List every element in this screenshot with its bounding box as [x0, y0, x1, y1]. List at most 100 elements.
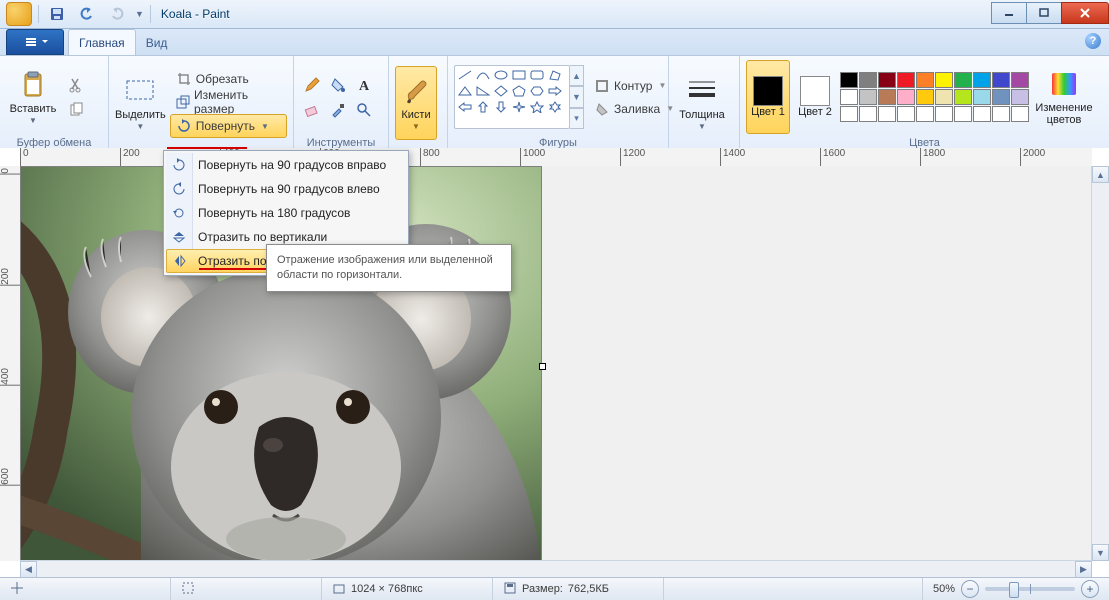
pencil-icon[interactable]	[300, 73, 324, 97]
palette-swatch[interactable]	[935, 89, 953, 105]
scroll-up-button[interactable]: ▲	[1092, 166, 1109, 183]
palette-swatch[interactable]	[973, 72, 991, 88]
shape-polygon-icon[interactable]	[547, 68, 563, 82]
palette-swatch[interactable]	[973, 89, 991, 105]
palette-swatch[interactable]	[878, 72, 896, 88]
qat-customize-icon[interactable]: ▼	[135, 9, 144, 19]
scrollbar-horizontal[interactable]: ◀ ▶	[20, 560, 1092, 578]
palette-swatch[interactable]	[916, 89, 934, 105]
undo-icon[interactable]	[75, 3, 99, 25]
palette-swatch[interactable]	[897, 72, 915, 88]
shape-hexagon-icon[interactable]	[529, 84, 545, 98]
color2-button[interactable]: Цвет 2	[794, 61, 836, 133]
shape-star5-icon[interactable]	[529, 100, 545, 114]
thickness-button[interactable]: Толщина ▼	[675, 67, 729, 139]
close-button[interactable]	[1061, 2, 1109, 24]
palette-swatch[interactable]	[954, 89, 972, 105]
palette-swatch[interactable]	[859, 89, 877, 105]
palette-swatch[interactable]	[935, 106, 953, 122]
zoom-slider[interactable]	[985, 587, 1075, 591]
shape-star4-icon[interactable]	[511, 100, 527, 114]
scrollbar-vertical[interactable]: ▲ ▼	[1091, 166, 1109, 561]
shapes-scroll-up[interactable]: ▲	[570, 65, 584, 86]
maximize-button[interactable]	[1026, 2, 1062, 24]
shape-pentagon-icon[interactable]	[511, 84, 527, 98]
brushes-button[interactable]: Кисти ▼	[395, 66, 437, 140]
ruler-tick: 0	[0, 166, 20, 175]
shapes-expand[interactable]: ▾	[570, 108, 584, 129]
shape-rtriangle-icon[interactable]	[475, 84, 491, 98]
color1-button[interactable]: Цвет 1	[746, 60, 790, 134]
palette-swatch[interactable]	[954, 106, 972, 122]
ruler-tick: 400	[0, 366, 20, 386]
palette-swatch[interactable]	[954, 72, 972, 88]
fill-button[interactable]: Заливка▼	[588, 98, 680, 120]
shape-diamond-icon[interactable]	[493, 84, 509, 98]
shapes-gallery[interactable]	[454, 65, 570, 129]
save-icon[interactable]	[45, 3, 69, 25]
palette-swatch[interactable]	[859, 72, 877, 88]
menu-rotate-180[interactable]: Повернуть на 180 градусов	[166, 201, 406, 225]
palette-swatch[interactable]	[897, 106, 915, 122]
zoom-out-button[interactable]: −	[961, 580, 979, 598]
eraser-icon[interactable]	[300, 98, 324, 122]
shape-arrowd-icon[interactable]	[493, 100, 509, 114]
shapes-scroll-down[interactable]: ▼	[570, 86, 584, 107]
shape-roundrect-icon[interactable]	[529, 68, 545, 82]
palette-swatch[interactable]	[1011, 89, 1029, 105]
rotate-button[interactable]: Повернуть▼	[170, 114, 287, 138]
shape-rect-icon[interactable]	[511, 68, 527, 82]
shape-arrowr-icon[interactable]	[547, 84, 563, 98]
fill-icon[interactable]	[326, 73, 350, 97]
text-icon[interactable]: A	[352, 73, 376, 97]
resize-button[interactable]: Изменить размер	[170, 91, 287, 113]
zoom-in-button[interactable]: +	[1081, 580, 1099, 598]
file-menu-button[interactable]	[6, 29, 64, 55]
cut-icon[interactable]	[64, 73, 88, 97]
palette-swatch[interactable]	[840, 106, 858, 122]
palette-swatch[interactable]	[1011, 72, 1029, 88]
shape-star6-icon[interactable]	[547, 100, 563, 114]
picker-icon[interactable]	[326, 98, 350, 122]
crop-button[interactable]: Обрезать	[170, 68, 287, 90]
outline-button[interactable]: Контур▼	[588, 75, 680, 97]
palette-swatch[interactable]	[992, 72, 1010, 88]
palette-swatch[interactable]	[916, 72, 934, 88]
palette-swatch[interactable]	[859, 106, 877, 122]
shape-triangle-icon[interactable]	[457, 84, 473, 98]
menu-rotate-left-90[interactable]: Повернуть на 90 градусов влево	[166, 177, 406, 201]
scroll-right-button[interactable]: ▶	[1075, 561, 1092, 578]
palette-swatch[interactable]	[840, 72, 858, 88]
shape-arrowl-icon[interactable]	[457, 100, 473, 114]
scroll-down-button[interactable]: ▼	[1092, 544, 1109, 561]
select-button[interactable]: Выделить ▼	[115, 67, 166, 139]
palette-swatch[interactable]	[1011, 106, 1029, 122]
palette-swatch[interactable]	[878, 89, 896, 105]
palette-swatch[interactable]	[878, 106, 896, 122]
palette-swatch[interactable]	[992, 106, 1010, 122]
paste-button[interactable]: Вставить ▼	[6, 61, 60, 133]
palette-swatch[interactable]	[916, 106, 934, 122]
palette-swatch[interactable]	[992, 89, 1010, 105]
tab-view[interactable]: Вид	[136, 30, 178, 55]
color1-swatch	[753, 76, 783, 106]
menu-rotate-right-90[interactable]: Повернуть на 90 градусов вправо	[166, 153, 406, 177]
shape-line-icon[interactable]	[457, 68, 473, 82]
shape-curve-icon[interactable]	[475, 68, 491, 82]
shape-oval-icon[interactable]	[493, 68, 509, 82]
shape-arrowu-icon[interactable]	[475, 100, 491, 114]
tab-home[interactable]: Главная	[68, 29, 136, 55]
palette-swatch[interactable]	[973, 106, 991, 122]
help-icon[interactable]: ?	[1085, 33, 1101, 49]
zoom-slider-thumb[interactable]	[1009, 582, 1019, 598]
redo-icon[interactable]	[105, 3, 129, 25]
palette-swatch[interactable]	[840, 89, 858, 105]
minimize-button[interactable]	[991, 2, 1027, 24]
magnifier-icon[interactable]	[352, 98, 376, 122]
edit-colors-button[interactable]: Изменение цветов	[1033, 61, 1095, 133]
copy-icon[interactable]	[64, 98, 88, 122]
scroll-left-button[interactable]: ◀	[20, 561, 37, 578]
resize-handle-e[interactable]	[539, 363, 546, 370]
palette-swatch[interactable]	[897, 89, 915, 105]
palette-swatch[interactable]	[935, 72, 953, 88]
